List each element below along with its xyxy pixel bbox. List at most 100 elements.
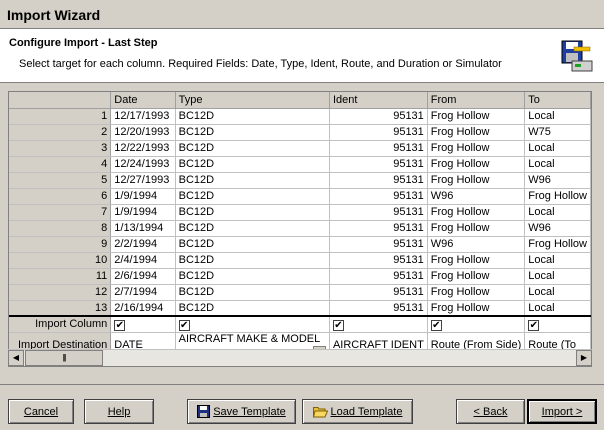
cell-from: Frog Hollow (427, 172, 526, 189)
table-row: 10 2/4/1994 BC12D 95131 Frog Hollow Local (9, 252, 591, 269)
cell-type: BC12D (175, 108, 330, 125)
cell-ident: 95131 (329, 236, 428, 253)
title-bar: Import Wizard (0, 0, 604, 29)
column-header-ident[interactable]: Ident (329, 92, 428, 109)
cell-ident: 95131 (329, 140, 428, 157)
cell-to: Local (524, 204, 591, 221)
cell-ident: 95131 (329, 156, 428, 173)
floppy-disk-icon (197, 405, 211, 418)
table-row: 3 12/22/1993 BC12D 95131 Frog Hollow Local (9, 140, 591, 157)
cell-to: Local (524, 268, 591, 285)
import-checkbox-from[interactable]: ✔ (427, 315, 526, 333)
row-number: 8 (9, 220, 112, 237)
import-checkbox-type[interactable]: ✔ (175, 315, 330, 333)
import-grid[interactable]: Date Type Ident From To 1 12/17/1993 BC12D… (8, 91, 592, 367)
cell-from: Frog Hollow (427, 140, 526, 157)
cell-type: BC12D (175, 268, 330, 285)
cell-date: 2/2/1994 (110, 236, 176, 253)
row-number: 6 (9, 188, 112, 205)
back-button[interactable]: < Back (456, 399, 525, 424)
cell-ident: 95131 (329, 284, 428, 301)
cell-date: 12/17/1993 (110, 108, 176, 125)
cell-date: 2/7/1994 (110, 284, 176, 301)
preview-table: Date Type Ident From To 1 12/17/1993 BC12D… (9, 92, 591, 359)
cell-from: W96 (427, 188, 526, 205)
cell-type: BC12D (175, 252, 330, 269)
table-row: 12 2/7/1994 BC12D 95131 Frog Hollow Local (9, 284, 591, 301)
destination-type-value: AIRCRAFT MAKE & MODEL (178, 332, 321, 345)
cell-to: Frog Hollow (524, 188, 591, 205)
import-column-row: Import Column ✔ ✔ ✔ ✔ ✔ (9, 315, 591, 333)
scroll-left-icon[interactable]: ◀ (8, 350, 24, 366)
step-title: Configure Import - Last Step (9, 37, 158, 49)
cell-from: Frog Hollow (427, 156, 526, 173)
scroll-thumb[interactable]: ||| (25, 350, 103, 366)
cell-to: Frog Hollow (524, 236, 591, 253)
cell-date: 1/13/1994 (110, 220, 176, 237)
cell-ident: 95131 (329, 188, 428, 205)
cell-type: BC12D (175, 156, 330, 173)
cell-ident: 95131 (329, 108, 428, 125)
help-button[interactable]: Help (84, 399, 154, 424)
cell-date: 1/9/1994 (110, 204, 176, 221)
cell-ident: 95131 (329, 204, 428, 221)
cell-date: 12/27/1993 (110, 172, 176, 189)
table-row: 9 2/2/1994 BC12D 95131 W96 Frog Hollow (9, 236, 591, 253)
cell-to: W96 (524, 220, 591, 237)
cell-type: BC12D (175, 188, 330, 205)
import-button[interactable]: Import > (527, 399, 597, 424)
cancel-button[interactable]: Cancel (8, 399, 74, 424)
cell-date: 12/22/1993 (110, 140, 176, 157)
cell-to: Local (524, 284, 591, 301)
step-instructions: Select target for each column. Required … (19, 58, 502, 70)
cell-type: BC12D (175, 172, 330, 189)
cell-to: Local (524, 108, 591, 125)
cell-from: Frog Hollow (427, 252, 526, 269)
cell-ident: 95131 (329, 172, 428, 189)
row-number: 11 (9, 268, 112, 285)
row-number: 1 (9, 108, 112, 125)
column-header-type[interactable]: Type (175, 92, 330, 109)
column-header-date[interactable]: Date (110, 92, 176, 109)
row-number: 5 (9, 172, 112, 189)
import-checkbox-to[interactable]: ✔ (524, 315, 591, 333)
table-row: 2 12/20/1993 BC12D 95131 Frog Hollow W75 (9, 124, 591, 141)
import-column-label: Import Column (9, 315, 112, 333)
cell-from: Frog Hollow (427, 124, 526, 141)
load-template-button[interactable]: Load Template (302, 399, 413, 424)
cell-ident: 95131 (329, 252, 428, 269)
cell-to: Local (524, 252, 591, 269)
import-checkbox-date[interactable]: ✔ (110, 315, 176, 333)
cell-from: Frog Hollow (427, 204, 526, 221)
table-row: 11 2/6/1994 BC12D 95131 Frog Hollow Local (9, 268, 591, 285)
row-number: 3 (9, 140, 112, 157)
cell-from: Frog Hollow (427, 300, 526, 317)
save-template-button[interactable]: Save Template (187, 399, 296, 424)
cell-from: Frog Hollow (427, 284, 526, 301)
import-disk-icon (561, 40, 593, 72)
scroll-right-icon[interactable]: ▶ (576, 350, 592, 366)
column-header-to[interactable]: To (524, 92, 591, 109)
cell-date: 12/20/1993 (110, 124, 176, 141)
horizontal-scrollbar[interactable]: ◀ ||| ▶ (8, 349, 592, 366)
table-row: 4 12/24/1993 BC12D 95131 Frog Hollow Local (9, 156, 591, 173)
cell-to: Local (524, 156, 591, 173)
cell-to: Local (524, 300, 591, 317)
cell-date: 2/16/1994 (110, 300, 176, 317)
row-number: 7 (9, 204, 112, 221)
table-row: 13 2/16/1994 BC12D 95131 Frog Hollow Local (9, 300, 591, 317)
wizard-footer: Cancel Help Save Template Load Template … (0, 384, 604, 430)
window-title: Import Wizard (7, 7, 101, 23)
cell-ident: 95131 (329, 300, 428, 317)
cell-to: W75 (524, 124, 591, 141)
import-checkbox-ident[interactable]: ✔ (329, 315, 428, 333)
cell-type: BC12D (175, 140, 330, 157)
cell-type: BC12D (175, 236, 330, 253)
cell-from: Frog Hollow (427, 220, 526, 237)
row-number: 9 (9, 236, 112, 253)
column-header-from[interactable]: From (427, 92, 526, 109)
row-number: 10 (9, 252, 112, 269)
cell-ident: 95131 (329, 268, 428, 285)
cell-date: 2/6/1994 (110, 268, 176, 285)
cell-from: Frog Hollow (427, 268, 526, 285)
